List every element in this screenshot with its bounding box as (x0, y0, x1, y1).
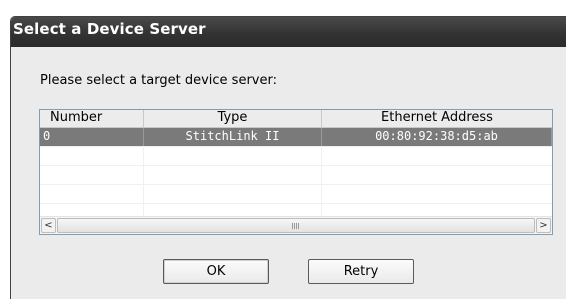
retry-button[interactable]: Retry (308, 259, 414, 284)
column-header-number[interactable]: Number (40, 110, 144, 127)
cell-number: 0 (40, 128, 144, 146)
title-bar[interactable]: Select a Device Server (11, 17, 566, 47)
dialog-title: Select a Device Server (13, 20, 206, 38)
scroll-left-arrow-icon[interactable]: < (41, 218, 56, 233)
list-row[interactable] (40, 166, 552, 185)
page: Select a Device Server Please select a t… (0, 0, 566, 299)
horizontal-scrollbar[interactable]: < > (40, 216, 552, 234)
cell-type: StitchLink II (144, 128, 322, 146)
cell-ethernet-address (322, 147, 552, 165)
cell-type (144, 185, 322, 203)
select-prompt: Please select a target device server: (40, 73, 277, 88)
cell-ethernet-address: 00:80:92:38:d5:ab (322, 128, 552, 146)
cell-number (40, 185, 144, 203)
select-device-server-dialog: Select a Device Server Please select a t… (10, 16, 566, 299)
cell-ethernet-address (322, 166, 552, 184)
list-row-selected[interactable]: 0 StitchLink II 00:80:92:38:d5:ab (40, 128, 552, 147)
cell-number (40, 147, 144, 165)
cell-type (144, 166, 322, 184)
scrollbar-thumb[interactable] (57, 218, 535, 233)
dialog-body: Please select a target device server: Nu… (11, 47, 566, 299)
device-server-list[interactable]: Number Type Ethernet Address 0 StitchLin… (39, 109, 553, 235)
cell-number (40, 166, 144, 184)
cell-type (144, 147, 322, 165)
list-rows: 0 StitchLink II 00:80:92:38:d5:ab (40, 128, 552, 223)
column-header-type[interactable]: Type (144, 110, 322, 127)
cell-ethernet-address (322, 185, 552, 203)
scroll-right-arrow-icon[interactable]: > (536, 218, 551, 233)
list-header: Number Type Ethernet Address (40, 110, 552, 128)
ok-button[interactable]: OK (163, 259, 269, 284)
grip-icon (292, 223, 300, 229)
list-row[interactable] (40, 147, 552, 166)
column-header-ethernet-address[interactable]: Ethernet Address (322, 110, 552, 127)
list-row[interactable] (40, 185, 552, 204)
